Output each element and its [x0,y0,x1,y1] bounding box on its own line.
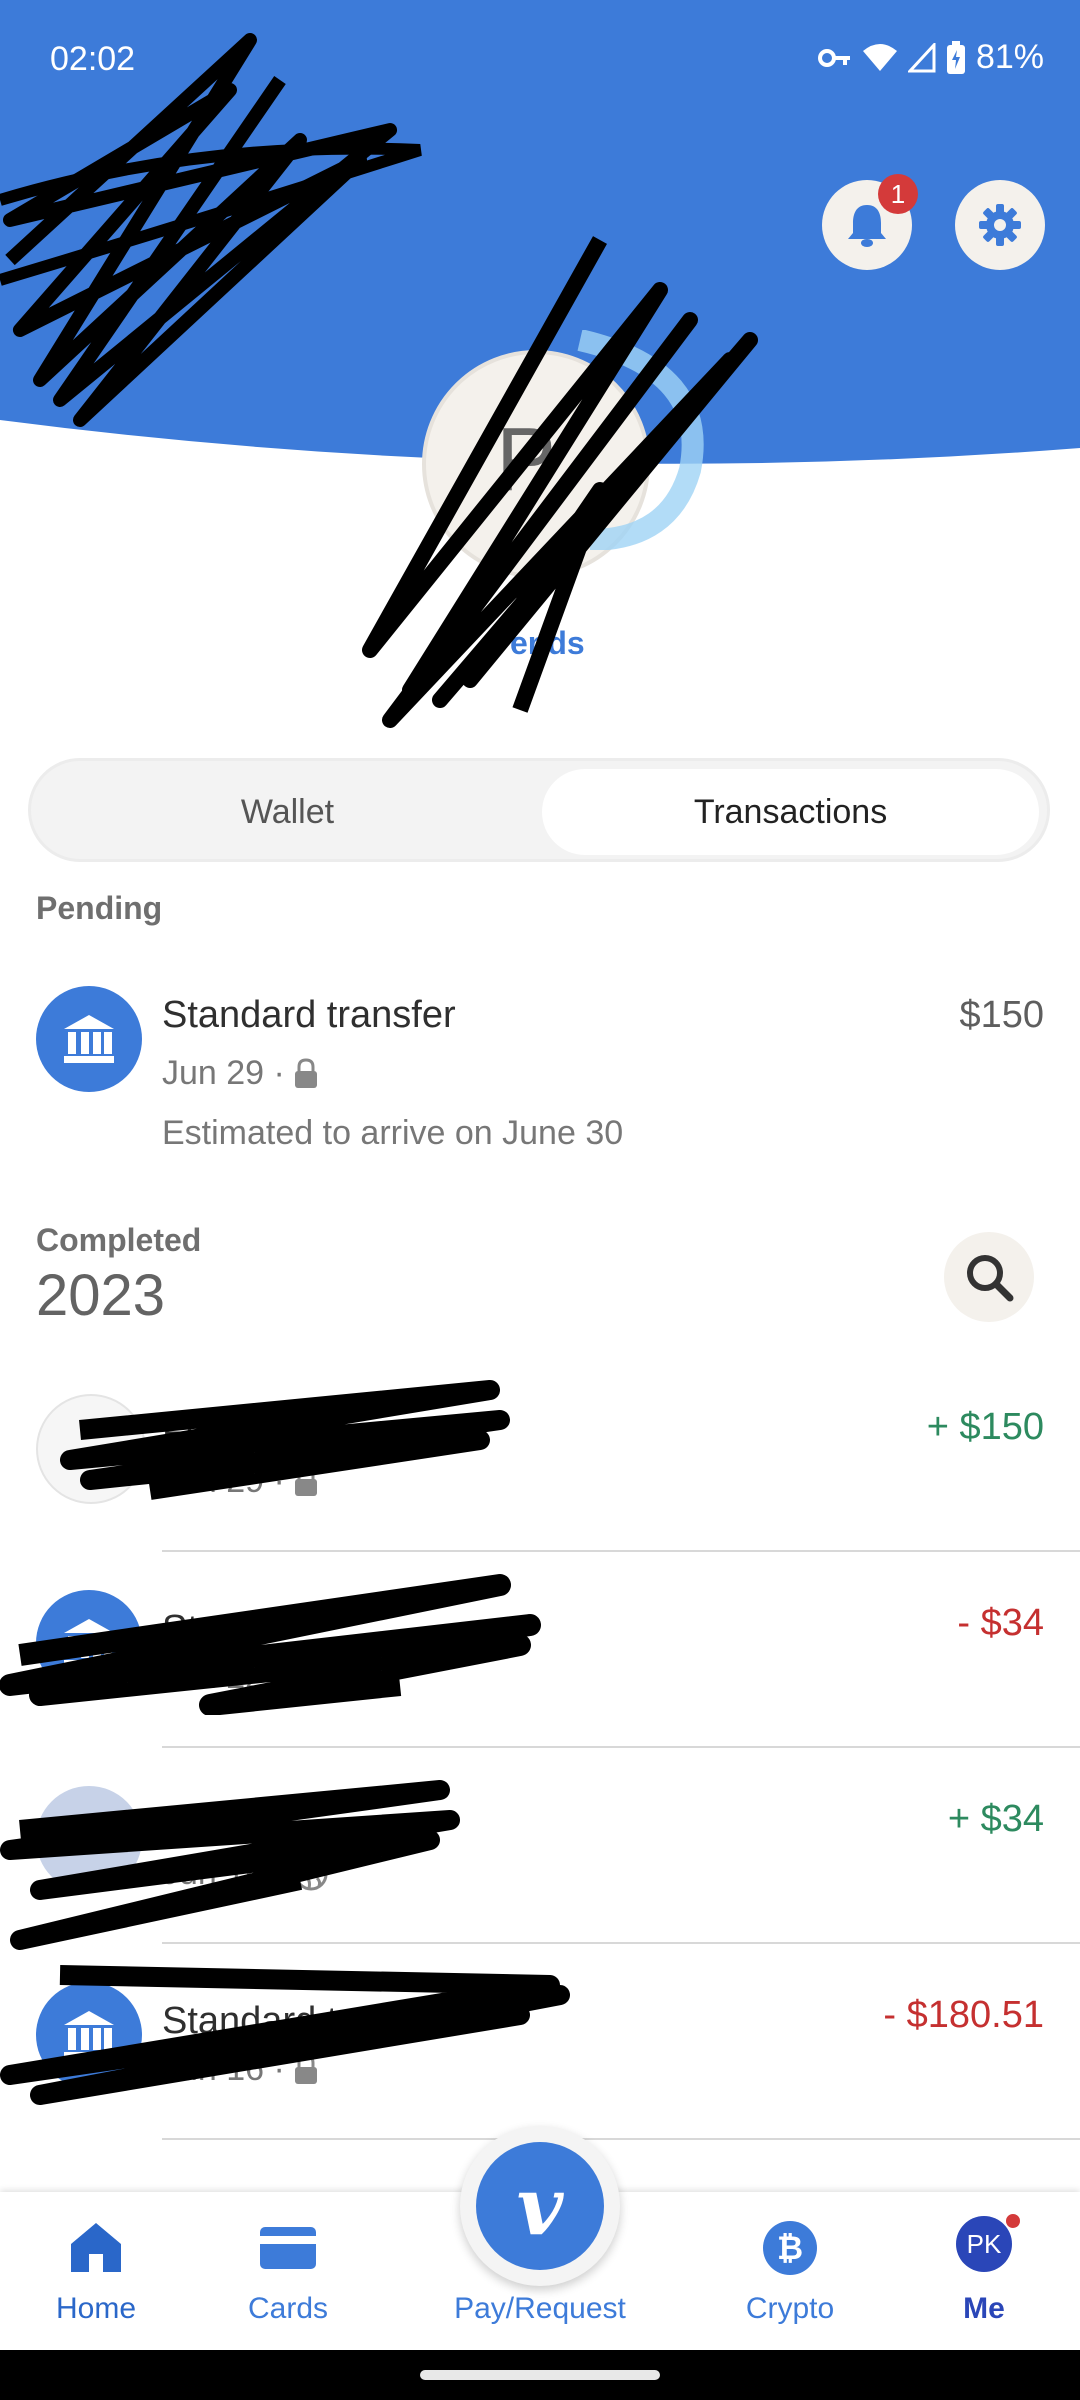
redaction-scribble [60,1380,510,1500]
year-heading: 2023 [36,1263,166,1328]
transaction-amount: + $150 [926,1406,1044,1448]
nav-me[interactable]: PK Me [884,2192,1080,2350]
search-button[interactable] [944,1232,1034,1322]
nav-me-label: Me [963,2292,1005,2325]
search-icon [967,1255,1014,1302]
transaction-amount: $150 [959,994,1044,1036]
nav-crypto-label: Crypto [745,2292,835,2325]
redaction-scribble [0,1780,460,1950]
transaction-eta: Estimated to arrive on June 30 [162,1114,624,1152]
tab-wallet[interactable]: Wallet [39,769,536,855]
pending-transaction[interactable]: Standard transfer Jun 29 · Estimated to … [0,980,1080,1160]
nav-home-label: Home [55,2292,137,2325]
view-toggle: Wallet Transactions [28,758,1050,862]
lock-icon [294,1057,317,1088]
card-icon [260,2227,316,2269]
pending-label: Pending [36,890,163,926]
nav-pay-request-label: Pay/Request [454,2292,626,2325]
me-initials: PK [956,2216,1012,2272]
crypto-icon: ₿ [763,2221,817,2275]
battery-percent: 81% [975,38,1044,76]
signal-icon [907,42,936,72]
notification-badge: 1 [878,174,918,214]
redaction-scribble [0,1574,541,1715]
transaction-amount: - $180.51 [883,1994,1044,2036]
divider [162,1550,1080,1552]
date-text: Jun 29 · [162,1054,285,1092]
nav-home[interactable]: Home [0,2192,196,2350]
transaction-date: Jun 29 · [162,1054,319,1093]
tab-transactions[interactable]: Transactions [542,769,1039,855]
vpn-key-icon [817,48,850,67]
nav-cards-label: Cards [247,2292,329,2325]
divider [162,2138,1080,2140]
me-avatar: PK [956,2214,1020,2272]
wifi-icon [862,43,897,71]
redaction-scribble [0,1965,570,2105]
transaction-amount: - $34 [957,1602,1044,1644]
transaction-amount: + $34 [947,1798,1044,1840]
system-nav-bar [0,2350,1080,2400]
battery-icon [946,40,965,74]
status-icons: 81% [817,38,1044,77]
svg-text:₿: ₿ [777,2229,803,2267]
redaction-scribble [362,236,758,728]
home-icon [71,2223,121,2272]
home-indicator[interactable] [420,2370,660,2380]
nav-cards[interactable]: Cards [188,2192,388,2350]
venmo-logo-icon: v [476,2142,604,2270]
nav-crypto[interactable]: ₿ Crypto [690,2192,890,2350]
settings-button[interactable] [955,180,1045,270]
completed-label: Completed [36,1222,202,1258]
me-notification-dot [1006,2214,1020,2228]
divider [162,1746,1080,1748]
transaction-title: Standard transfer [162,994,456,1036]
divider [162,1942,1080,1944]
gear-icon [979,204,1021,246]
bank-icon [36,986,142,1092]
pay-request-fab[interactable]: v [460,2126,620,2286]
